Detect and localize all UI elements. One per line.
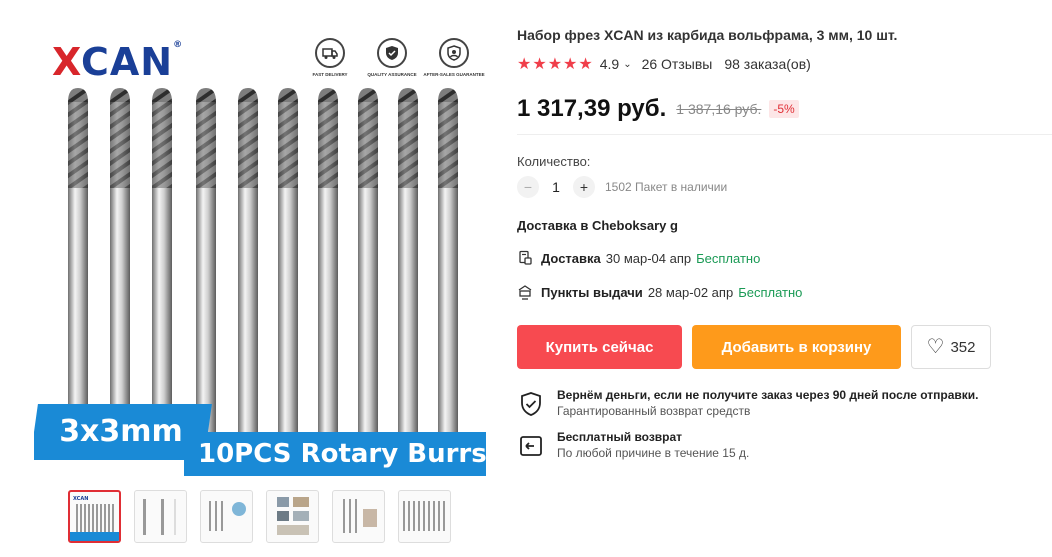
thumbnail-1[interactable]: XCAN	[68, 490, 121, 543]
badge-after-sales: AFTER-SALES GUARANTEE	[423, 38, 485, 77]
pickup-option: Пункты выдачи 28 мар-02 апр Бесплатно	[517, 284, 802, 300]
shield-check-icon	[521, 392, 541, 416]
price-row: 1 317,39 руб. 1 387,16 руб. -5%	[517, 95, 799, 123]
thumbnail-3[interactable]	[200, 490, 253, 543]
current-price: 1 317,39 руб.	[517, 95, 667, 122]
delivery-label: Доставка	[541, 250, 601, 266]
thumbnail-6[interactable]	[398, 490, 451, 543]
stock-info: 1502 Пакет в наличии	[605, 180, 728, 194]
divider	[517, 134, 1052, 135]
truck-icon	[315, 38, 345, 68]
thumbnail-strip: XCAN	[68, 490, 451, 543]
pickup-price: Бесплатно	[738, 284, 803, 300]
orders-count: 98 заказа(ов)	[724, 56, 811, 72]
rotary-burrs-image	[68, 88, 458, 442]
refund-guarantee: Вернём деньги, если не получите заказ че…	[517, 388, 979, 418]
badge-quality: QUALITY ASSURANCE	[367, 38, 417, 77]
service-badges: FAST DELIVERY QUALITY ASSURANCE AFTER-SA…	[306, 38, 485, 77]
svg-text:XCAN: XCAN	[73, 496, 88, 502]
refund-title: Вернём деньги, если не получите заказ че…	[557, 388, 979, 402]
heart-icon: ♡	[926, 336, 945, 358]
buy-now-button[interactable]: Купить сейчас	[517, 325, 682, 369]
thumbnail-2[interactable]	[134, 490, 187, 543]
wishlist-count: 352	[950, 338, 976, 356]
refund-subtitle: Гарантированный возврат средств	[557, 404, 751, 418]
old-price: 1 387,16 руб.	[676, 101, 762, 117]
quantity-stepper: − 1 + 1502 Пакет в наличии	[517, 176, 727, 198]
shield-check-icon	[377, 38, 407, 68]
quantity-value[interactable]: 1	[539, 179, 573, 195]
return-arrow-icon	[520, 436, 542, 456]
product-main-image[interactable]: XCAN® FAST DELIVERY QUALITY ASSURANCE AF…	[34, 30, 486, 476]
rating-row: ★★★★★ 4.9 ⌄ 26 Отзывы 98 заказа(ов)	[517, 54, 811, 74]
product-title: Набор фрез XCAN из карбида вольфрама, 3 …	[517, 27, 898, 43]
delivery-dates: 30 мар-04 апр	[605, 250, 692, 266]
pickup-label: Пункты выдачи	[541, 284, 643, 300]
courier-icon	[519, 250, 532, 265]
rating-value[interactable]: 4.9	[600, 56, 619, 72]
brand-logo: XCAN®	[52, 40, 184, 84]
wishlist-button[interactable]: ♡ 352	[911, 325, 991, 369]
quantity-increase-button[interactable]: +	[573, 176, 595, 198]
reviews-link[interactable]: 26 Отзывы	[642, 56, 713, 72]
pickup-dates: 28 мар-02 апр	[647, 284, 734, 300]
delivery-option: Доставка 30 мар-04 апр Бесплатно	[517, 250, 760, 266]
return-subtitle: По любой причине в течение 15 д.	[557, 446, 750, 460]
caption-banner: 10PCS Rotary Burrs	[184, 432, 486, 476]
delivery-price: Бесплатно	[696, 250, 761, 266]
pickup-point-icon	[518, 285, 532, 300]
badge-fast-delivery: FAST DELIVERY	[306, 38, 354, 77]
chevron-down-icon[interactable]: ⌄	[623, 59, 631, 70]
rating-stars: ★★★★★	[517, 56, 594, 73]
shipping-destination[interactable]: Доставка в Cheboksary g	[517, 218, 678, 233]
discount-badge: -5%	[769, 100, 799, 118]
quantity-decrease-button[interactable]: −	[517, 176, 539, 198]
free-return: Бесплатный возврат По любой причине в те…	[517, 430, 749, 460]
thumbnail-4[interactable]	[266, 490, 319, 543]
support-icon	[439, 38, 469, 68]
quantity-label: Количество:	[517, 154, 591, 169]
add-to-cart-button[interactable]: Добавить в корзину	[692, 325, 901, 369]
return-title: Бесплатный возврат	[557, 430, 683, 444]
thumbnail-5[interactable]	[332, 490, 385, 543]
